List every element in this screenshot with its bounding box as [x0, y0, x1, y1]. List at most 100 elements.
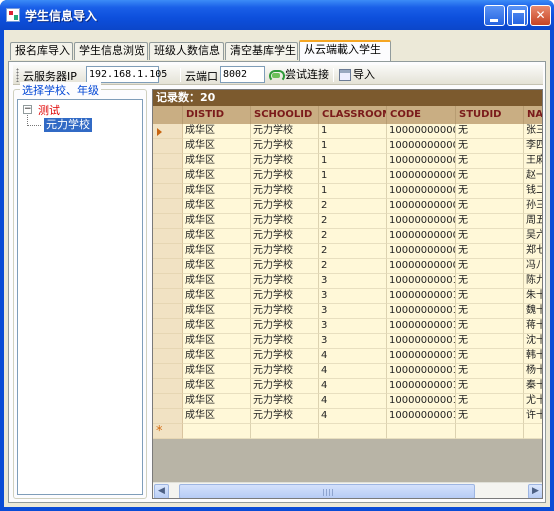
table-cell[interactable]: 3 — [319, 304, 387, 319]
table-cell[interactable]: 元力学校 — [251, 169, 319, 184]
table-cell[interactable]: 成华区 — [183, 394, 251, 409]
column-header[interactable]: DISTID — [183, 106, 251, 124]
table-cell[interactable]: 元力学校 — [251, 304, 319, 319]
table-cell[interactable] — [251, 424, 319, 439]
table-cell[interactable]: 成华区 — [183, 139, 251, 154]
table-cell[interactable]: 3 — [319, 319, 387, 334]
table-cell[interactable]: 10000000000 — [387, 124, 456, 139]
row-header[interactable] — [153, 124, 183, 139]
table-cell[interactable]: 无 — [456, 184, 524, 199]
table-cell[interactable]: 无 — [456, 259, 524, 274]
table-cell[interactable]: 张三 — [524, 124, 542, 139]
table-cell[interactable]: 4 — [319, 394, 387, 409]
table-cell[interactable] — [456, 424, 524, 439]
table-cell[interactable]: 无 — [456, 139, 524, 154]
row-header[interactable] — [153, 244, 183, 259]
table-cell[interactable]: 2 — [319, 259, 387, 274]
table-cell[interactable]: 成华区 — [183, 259, 251, 274]
table-cell[interactable]: 元力学校 — [251, 364, 319, 379]
table-cell[interactable]: 2 — [319, 214, 387, 229]
tab-cloud-load[interactable]: 从云端載入学生 — [299, 40, 391, 61]
table-cell[interactable]: 沈十 — [524, 334, 542, 349]
school-tree[interactable]: − 测试 元力学校 — [17, 99, 143, 495]
table-cell[interactable]: 元力学校 — [251, 349, 319, 364]
table-cell[interactable]: 无 — [456, 379, 524, 394]
table-cell[interactable]: 无 — [456, 304, 524, 319]
table-cell[interactable]: 元力学校 — [251, 319, 319, 334]
row-header[interactable] — [153, 229, 183, 244]
table-cell[interactable] — [387, 424, 456, 439]
table-cell[interactable]: 10000000000 — [387, 139, 456, 154]
scroll-left-button[interactable]: ◀ — [154, 484, 169, 498]
table-cell[interactable]: 无 — [456, 244, 524, 259]
table-cell[interactable]: 成华区 — [183, 229, 251, 244]
table-cell[interactable]: 钱二 — [524, 184, 542, 199]
table-cell[interactable]: 元力学校 — [251, 334, 319, 349]
table-cell[interactable]: 成华区 — [183, 409, 251, 424]
table-cell[interactable]: 魏十 — [524, 304, 542, 319]
table-cell[interactable]: 10000000001 — [387, 409, 456, 424]
row-header[interactable] — [153, 139, 183, 154]
table-cell[interactable]: 10000000001 — [387, 334, 456, 349]
table-cell[interactable]: 陈九 — [524, 274, 542, 289]
table-cell[interactable]: 元力学校 — [251, 394, 319, 409]
row-header[interactable] — [153, 154, 183, 169]
table-cell[interactable]: 4 — [319, 379, 387, 394]
student-grid[interactable]: 记录数：20 DISTID SCHOOLID CLASSROOM CODE STUDID… — [152, 89, 543, 499]
table-cell[interactable]: 成华区 — [183, 169, 251, 184]
table-cell[interactable]: 元力学校 — [251, 379, 319, 394]
table-cell[interactable]: 元力学校 — [251, 274, 319, 289]
table-cell[interactable]: 无 — [456, 394, 524, 409]
close-button[interactable]: ✕ — [530, 5, 551, 26]
table-cell[interactable]: 无 — [456, 274, 524, 289]
tab-student-browse[interactable]: 学生信息浏览 — [74, 42, 148, 60]
import-button[interactable]: 导入 — [339, 66, 375, 84]
table-cell[interactable]: 许十 — [524, 409, 542, 424]
table-cell[interactable]: 无 — [456, 154, 524, 169]
maximize-button[interactable] — [507, 5, 528, 26]
table-cell[interactable]: 1 — [319, 124, 387, 139]
table-cell[interactable]: 10000000001 — [387, 289, 456, 304]
table-cell[interactable]: 1 — [319, 169, 387, 184]
toolbar-grip[interactable] — [16, 68, 19, 82]
table-cell[interactable]: 1 — [319, 139, 387, 154]
table-cell[interactable]: 冯八 — [524, 259, 542, 274]
table-cell[interactable]: 1 — [319, 184, 387, 199]
table-cell[interactable]: 朱十 — [524, 289, 542, 304]
table-cell[interactable]: 赵一 — [524, 169, 542, 184]
table-cell[interactable]: 秦十 — [524, 379, 542, 394]
table-cell[interactable]: 无 — [456, 199, 524, 214]
row-header[interactable] — [153, 364, 183, 379]
table-cell[interactable]: 元力学校 — [251, 214, 319, 229]
row-header[interactable] — [153, 199, 183, 214]
table-cell[interactable]: 成华区 — [183, 364, 251, 379]
table-cell[interactable]: 元力学校 — [251, 259, 319, 274]
table-cell[interactable]: 成华区 — [183, 274, 251, 289]
table-cell[interactable]: 无 — [456, 409, 524, 424]
row-header[interactable] — [153, 409, 183, 424]
server-ip-input[interactable]: 192.168.1.105 — [86, 66, 167, 83]
table-cell[interactable]: 无 — [456, 169, 524, 184]
column-header[interactable]: CLASSROOM — [319, 106, 387, 124]
row-header[interactable] — [153, 184, 183, 199]
table-cell[interactable]: 元力学校 — [251, 154, 319, 169]
table-cell[interactable] — [524, 424, 542, 439]
row-header[interactable] — [153, 304, 183, 319]
table-cell[interactable]: 4 — [319, 349, 387, 364]
table-cell[interactable]: 元力学校 — [251, 229, 319, 244]
row-header[interactable] — [153, 169, 183, 184]
table-cell[interactable]: 成华区 — [183, 154, 251, 169]
title-bar[interactable]: 学生信息导入 ✕ — [0, 0, 554, 30]
row-header[interactable] — [153, 259, 183, 274]
table-cell[interactable] — [183, 424, 251, 439]
table-cell[interactable]: 尤十 — [524, 394, 542, 409]
table-cell[interactable]: 10000000001 — [387, 319, 456, 334]
table-cell[interactable]: 成华区 — [183, 319, 251, 334]
table-cell[interactable]: 10000000001 — [387, 349, 456, 364]
table-cell[interactable]: 成华区 — [183, 304, 251, 319]
table-cell[interactable]: 10000000000 — [387, 214, 456, 229]
table-cell[interactable]: 1 — [319, 154, 387, 169]
column-header[interactable]: SCHOOLID — [251, 106, 319, 124]
table-cell[interactable]: 成华区 — [183, 124, 251, 139]
table-cell[interactable]: 元力学校 — [251, 124, 319, 139]
